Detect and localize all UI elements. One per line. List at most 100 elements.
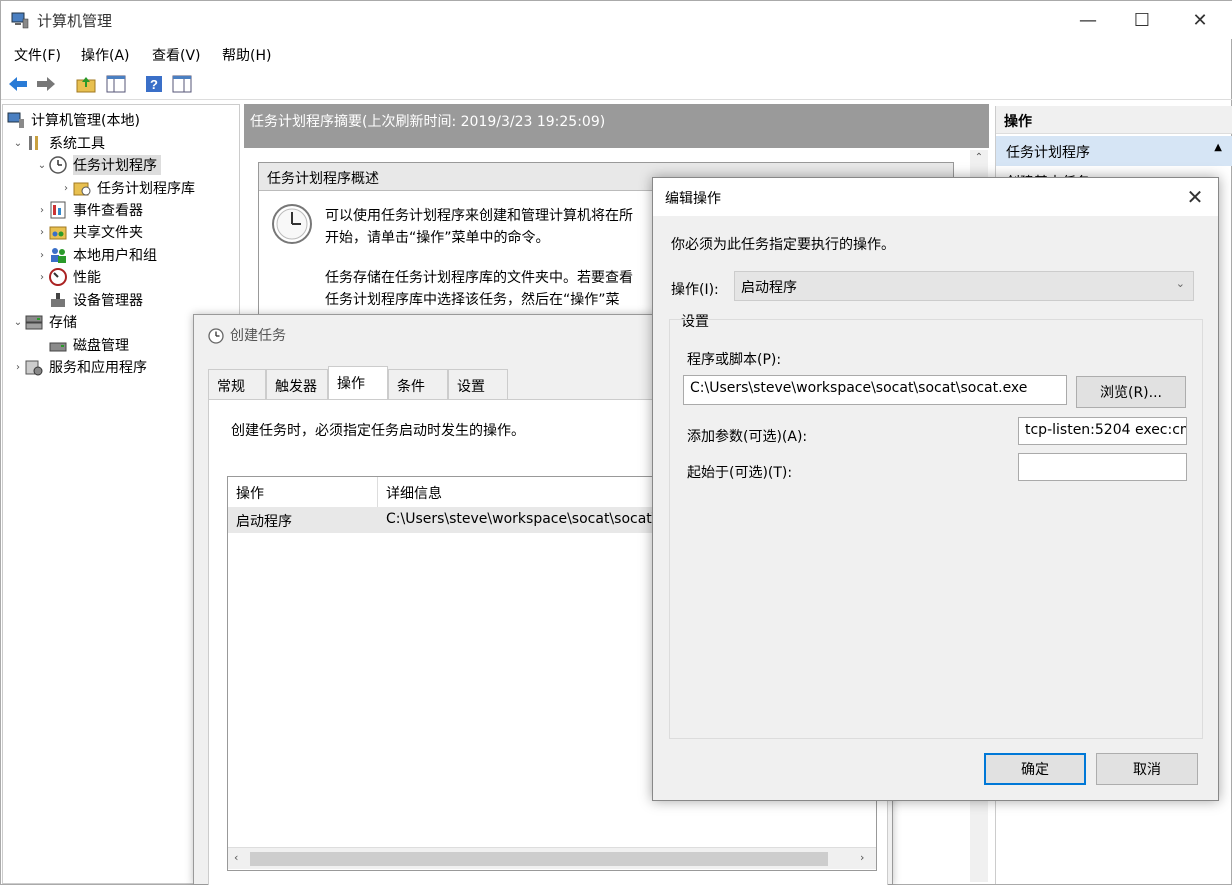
program-label: 程序或脚本(P): <box>687 352 782 368</box>
tree-label: 磁盘管理 <box>73 338 129 354</box>
expanded-chevron-icon[interactable]: ⌄ <box>11 138 25 149</box>
collapsed-chevron-icon[interactable]: › <box>35 227 49 238</box>
program-path-input[interactable]: C:\Users\steve\workspace\socat\socat\soc… <box>683 375 1067 405</box>
tree-label: 服务和应用程序 <box>49 360 147 376</box>
scroll-up-arrow-icon[interactable]: ⌃ <box>970 150 988 163</box>
minimize-button[interactable]: — <box>1065 1 1111 39</box>
tree-label: 存储 <box>49 315 77 331</box>
show-action-pane-icon[interactable] <box>171 73 193 95</box>
collapsed-chevron-icon[interactable]: › <box>11 362 25 373</box>
tab-description: 创建任务时，必须指定任务启动时发生的操作。 <box>231 423 525 439</box>
tab-settings[interactable]: 设置 <box>448 369 508 399</box>
expanded-chevron-icon[interactable]: ⌄ <box>11 317 25 328</box>
horizontal-scrollbar[interactable]: ‹ › <box>228 847 876 869</box>
clock-icon <box>208 328 224 344</box>
tools-icon <box>25 134 43 152</box>
tree-label: 本地用户和组 <box>73 248 157 264</box>
tree-label: 设备管理器 <box>73 293 143 309</box>
overview-line: 可以使用任务计划程序来创建和管理计算机将在所 <box>325 208 633 224</box>
tree-item-system-tools[interactable]: ⌄ 系统工具 <box>11 132 105 154</box>
scroll-left-arrow-icon[interactable]: ‹ <box>234 851 238 864</box>
tree-item-event-viewer[interactable]: › 事件查看器 <box>35 199 143 221</box>
tree-item-device-manager[interactable]: 设备管理器 <box>49 289 143 311</box>
edit-action-dialog: 编辑操作 ✕ 你必须为此任务指定要执行的操作。 操作(I): 启动程序 ⌄ 设置… <box>652 177 1219 801</box>
tree-item-computer-management[interactable]: 计算机管理(本地) <box>7 109 140 131</box>
overview-line: 开始，请单击“操作”菜单中的命令。 <box>325 230 550 246</box>
tree-label: 性能 <box>73 270 101 286</box>
storage-icon <box>25 313 43 331</box>
expanded-chevron-icon[interactable]: ⌄ <box>35 160 49 171</box>
tree-item-services[interactable]: › 服务和应用程序 <box>11 356 147 378</box>
tree-label: 共享文件夹 <box>73 225 143 241</box>
collapse-triangle-icon[interactable]: ▲ <box>1214 142 1222 153</box>
menu-action[interactable]: 操作(A) <box>81 45 130 65</box>
tree-item-local-users[interactable]: › 本地用户和组 <box>35 244 157 266</box>
show-hide-tree-icon[interactable] <box>105 73 127 95</box>
tree-item-storage[interactable]: ⌄ 存储 <box>11 311 77 333</box>
action-type-select[interactable]: 启动程序 ⌄ <box>734 271 1194 301</box>
back-arrow-icon[interactable] <box>7 73 29 95</box>
instruction-text: 你必须为此任务指定要执行的操作。 <box>671 237 895 253</box>
collapsed-chevron-icon[interactable]: › <box>35 272 49 283</box>
summary-header: 任务计划程序摘要(上次刷新时间: 2019/3/23 19:25:09) <box>244 104 989 148</box>
overview-line: 任务存储在任务计划程序库的文件夹中。若要查看 <box>325 270 633 286</box>
up-folder-icon[interactable] <box>75 73 97 95</box>
tab-general[interactable]: 常规 <box>208 369 266 399</box>
scroll-right-arrow-icon[interactable]: › <box>860 851 864 864</box>
tree-item-performance[interactable]: › 性能 <box>35 266 101 288</box>
menu-file[interactable]: 文件(F) <box>14 45 61 65</box>
ok-button[interactable]: 确定 <box>984 753 1086 785</box>
column-header-action[interactable]: 操作 <box>228 477 378 507</box>
folder-clock-icon <box>73 179 91 197</box>
select-value: 启动程序 <box>741 280 797 296</box>
tree-item-shared-folders[interactable]: › 共享文件夹 <box>35 221 143 243</box>
menu-view[interactable]: 查看(V) <box>152 45 201 65</box>
performance-icon <box>49 268 67 286</box>
scrollbar-thumb[interactable] <box>250 852 828 866</box>
shared-folder-icon <box>49 223 67 241</box>
toolbar: ? <box>1 68 1232 100</box>
collapsed-chevron-icon[interactable]: › <box>35 205 49 216</box>
tree-item-disk-management[interactable]: 磁盘管理 <box>49 334 129 356</box>
cancel-button[interactable]: 取消 <box>1096 753 1198 785</box>
start-in-input[interactable] <box>1018 453 1187 481</box>
help-icon[interactable]: ? <box>143 73 165 95</box>
clock-icon <box>49 156 67 174</box>
tab-actions[interactable]: 操作 <box>328 366 388 399</box>
window-title: 计算机管理 <box>37 12 113 30</box>
forward-arrow-icon[interactable] <box>35 73 57 95</box>
tree-label: 事件查看器 <box>73 203 143 219</box>
menu-bar: 文件(F) 操作(A) 查看(V) 帮助(H) <box>1 41 1232 67</box>
svg-text:?: ? <box>150 77 158 92</box>
computer-management-icon <box>7 111 25 129</box>
close-button[interactable]: ✕ <box>1177 1 1223 39</box>
title-bar: 计算机管理 — ☐ ✕ <box>1 1 1232 39</box>
action-section-task-scheduler[interactable]: 任务计划程序 ▲ <box>996 136 1232 166</box>
close-icon[interactable]: ✕ <box>1173 180 1217 214</box>
tab-triggers[interactable]: 触发器 <box>266 369 328 399</box>
menu-help[interactable]: 帮助(H) <box>222 45 271 65</box>
start-in-label: 起始于(可选)(T): <box>687 465 793 481</box>
tree-item-task-scheduler[interactable]: ⌄ 任务计划程序 <box>35 154 161 176</box>
users-icon <box>49 246 67 264</box>
tree-label: 计算机管理(本地) <box>31 113 140 129</box>
arguments-input[interactable]: tcp-listen:5204 exec:cm <box>1018 417 1187 445</box>
collapsed-chevron-icon[interactable]: › <box>59 183 73 194</box>
tree-item-task-library[interactable]: › 任务计划程序库 <box>59 177 195 199</box>
event-viewer-icon <box>49 201 67 219</box>
disk-icon <box>49 336 67 354</box>
overview-line: 任务计划程序库中选择该任务，然后在“操作”菜 <box>325 292 620 308</box>
row-action: 启动程序 <box>236 514 292 530</box>
collapsed-chevron-icon[interactable]: › <box>35 250 49 261</box>
arguments-label: 添加参数(可选)(A): <box>687 429 808 445</box>
action-pane-header: 操作 <box>996 106 1232 134</box>
dialog-title-bar: 编辑操作 ✕ <box>653 178 1218 216</box>
tree-label: 任务计划程序库 <box>97 181 195 197</box>
browse-button[interactable]: 浏览(R)... <box>1076 376 1186 408</box>
device-manager-icon <box>49 291 67 309</box>
action-label: 操作(I): <box>671 282 719 298</box>
maximize-button[interactable]: ☐ <box>1119 1 1165 39</box>
tab-conditions[interactable]: 条件 <box>388 369 448 399</box>
computer-management-icon <box>11 12 29 29</box>
large-clock-icon <box>272 204 312 244</box>
